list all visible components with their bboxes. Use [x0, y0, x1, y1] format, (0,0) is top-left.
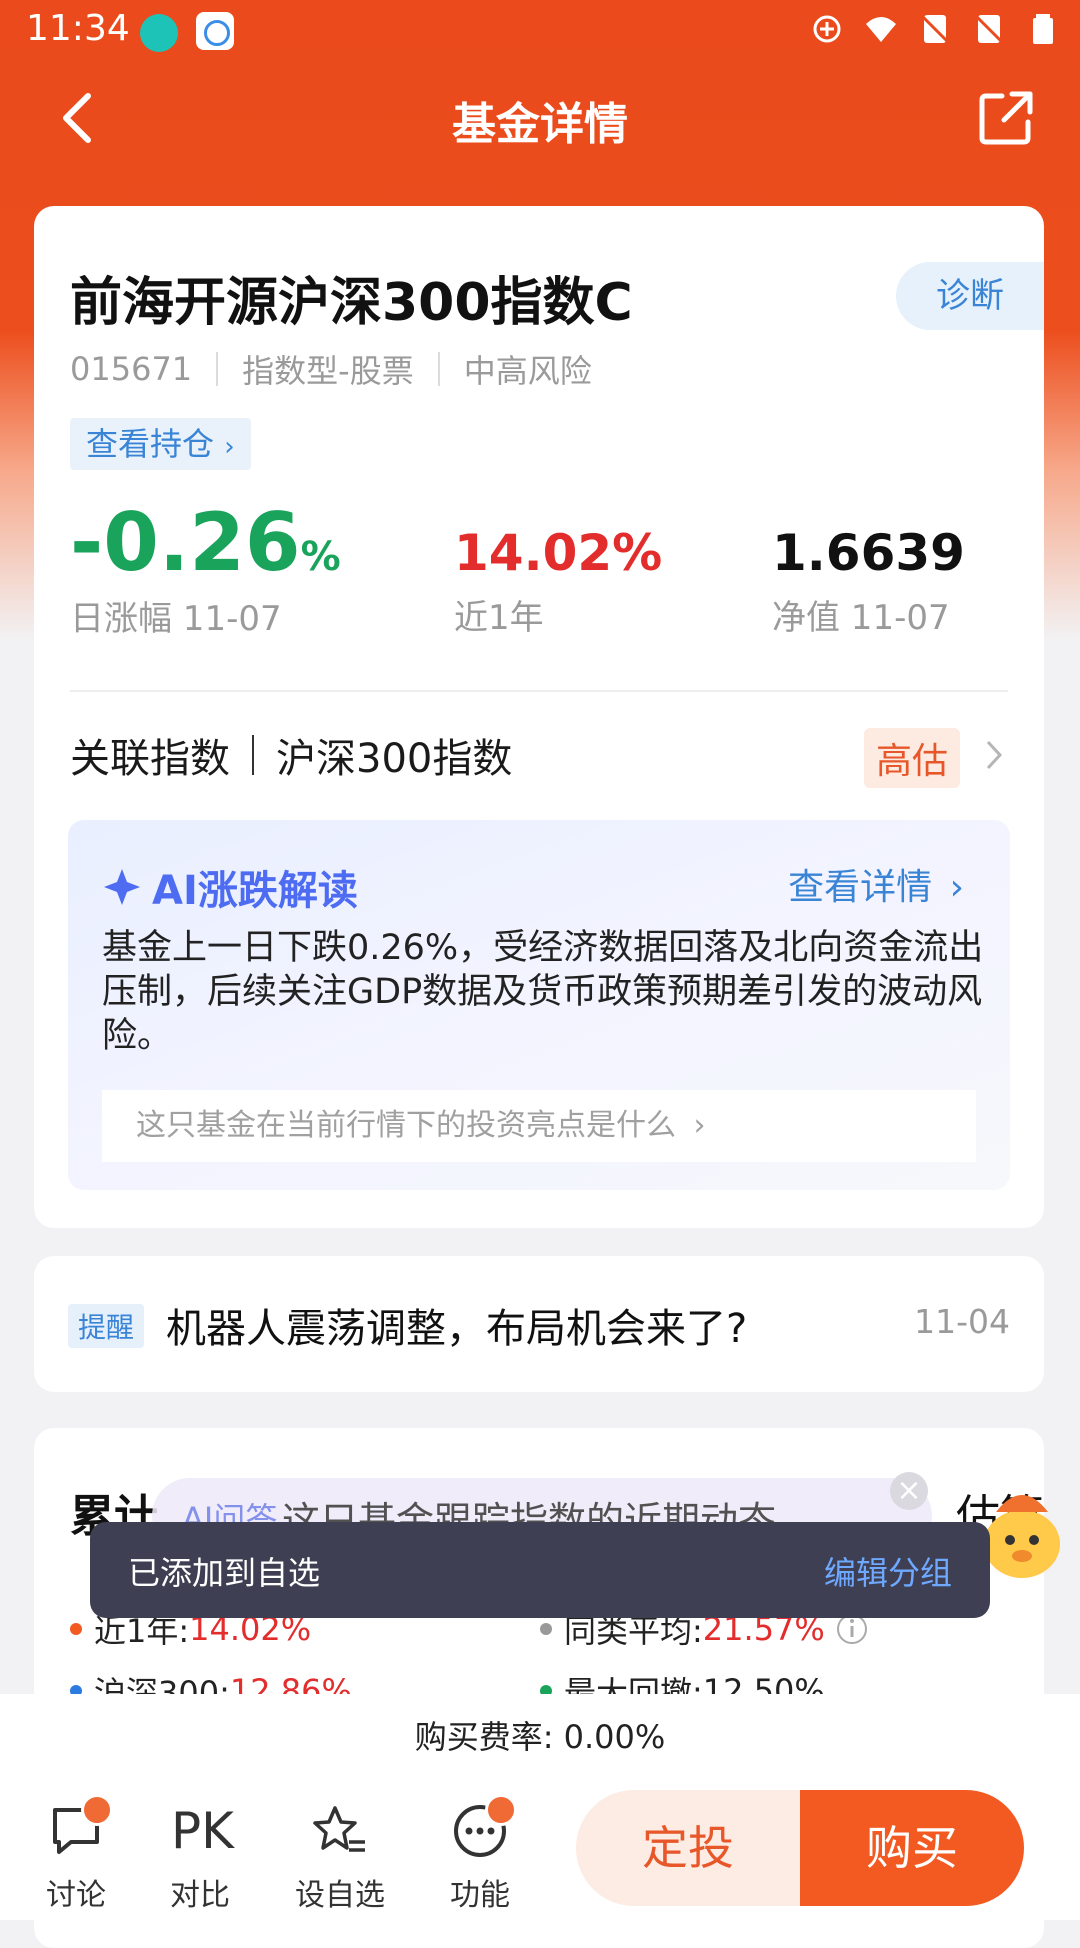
tab-discuss[interactable]: 讨论: [26, 1794, 126, 1914]
no-sim-icon-2: [972, 12, 1006, 46]
ai-view-details-label: 查看详情: [788, 867, 933, 908]
reminder-card[interactable]: 提醒 机器人震荡调整，布局机会来了? 11-04: [34, 1256, 1044, 1392]
app-notification-icon: [140, 14, 178, 52]
nav-stat: 1.6639 净值 11-07: [772, 524, 965, 639]
related-index-row[interactable]: 关联指数 沪深300指数 高估: [70, 720, 1008, 790]
wifi-icon: [866, 17, 896, 42]
no-sim-icon: [918, 12, 952, 46]
fund-meta: 015671 指数型-股票 中高风险: [70, 346, 592, 392]
buy-button[interactable]: 购买: [800, 1790, 1024, 1906]
tab-compare[interactable]: PK 对比: [150, 1802, 250, 1914]
daily-change-value: -0.26: [70, 496, 301, 589]
reminder-text: 机器人震荡调整，布局机会来了?: [166, 1306, 748, 1352]
ai-interpretation-title: AI涨跌解读: [102, 858, 358, 916]
reminder-tag: 提醒: [68, 1304, 145, 1348]
tab-label: 设自选: [295, 1878, 385, 1913]
pk-icon: PK: [171, 1802, 234, 1860]
chevron-right-icon: [986, 740, 1003, 770]
fund-name: 前海开源沪深300指数C: [70, 273, 633, 333]
sparkle-icon: [104, 869, 140, 905]
related-index-label: 关联指数: [70, 736, 230, 782]
meta-divider: [216, 352, 219, 386]
share-icon[interactable]: [978, 90, 1034, 146]
daily-change-unit: %: [300, 534, 341, 580]
star-list-icon: [311, 1802, 369, 1860]
chevron-right-icon: ›: [693, 1108, 706, 1143]
auto-invest-button[interactable]: 定投: [576, 1790, 800, 1906]
index-divider: [252, 735, 254, 775]
nav-value: 1.6639: [772, 524, 965, 582]
toast-message: 已添加到自选: [128, 1554, 321, 1592]
view-holdings-button[interactable]: 查看持仓 ›: [70, 418, 251, 470]
meta-divider: [437, 352, 440, 386]
tab-label: 对比: [170, 1878, 230, 1913]
year-return-label: 近1年: [454, 598, 544, 638]
notification-dot: [81, 1794, 113, 1826]
nav-bar: 基金详情: [0, 64, 1080, 174]
ai-interpretation-text: 基金上一日下跌0.26%，受经济数据回落及北向资金流出压制，后续关注GDP数据及…: [102, 928, 984, 1056]
nav-label: 净值 11-07: [772, 598, 950, 638]
status-time: 11:34: [26, 8, 130, 49]
view-holdings-label: 查看持仓: [86, 425, 215, 463]
legend-dot: [540, 1623, 552, 1635]
fund-info-card: 前海开源沪深300指数C 诊断 015671 指数型-股票 中高风险 查看持仓 …: [34, 206, 1044, 1228]
year-return-value: 14.02%: [454, 524, 663, 582]
ai-view-details-link[interactable]: 查看详情 ›: [788, 858, 964, 910]
tab-label: 功能: [450, 1878, 510, 1913]
notification-dot: [485, 1794, 517, 1826]
chevron-right-icon: ›: [224, 432, 235, 462]
daily-change-label: 日涨幅 11-07: [70, 599, 282, 639]
battery-icon: [1033, 14, 1053, 44]
tab-add-watchlist[interactable]: 设自选: [290, 1802, 390, 1914]
more-icon: [451, 1794, 517, 1860]
fee-bar: 购买费率: 0.00%: [0, 1694, 1080, 1777]
edit-group-button[interactable]: 编辑分组: [824, 1548, 952, 1594]
divider: [70, 690, 1008, 692]
diagnose-button[interactable]: 诊断: [896, 262, 1044, 330]
bottom-action-bar: 讨论 PK 对比 设自选 功能 定投 购买: [0, 1776, 1080, 1920]
toast: 已添加到自选 编辑分组: [90, 1522, 990, 1618]
year-return-stat: 14.02% 近1年: [454, 524, 662, 639]
ai-question-text: 这只基金在当前行情下的投资亮点是什么: [136, 1108, 676, 1143]
legend-dot: [70, 1623, 82, 1635]
location-icon: [813, 15, 841, 43]
close-icon[interactable]: ×: [890, 1472, 928, 1510]
purchase-fee-text: 购买费率: 0.00%: [414, 1718, 666, 1756]
tab-label: 讨论: [46, 1878, 106, 1913]
fund-risk: 中高风险: [463, 352, 592, 390]
fund-code: 015671: [70, 350, 193, 388]
ai-interpretation-panel: AI涨跌解读 查看详情 › 基金上一日下跌0.26%，受经济数据回落及北向资金流…: [68, 820, 1010, 1190]
reminder-date: 11-04: [914, 1302, 1010, 1341]
fund-type: 指数型-股票: [242, 352, 414, 390]
chevron-right-icon: ›: [949, 867, 964, 908]
chat-icon: [47, 1794, 113, 1860]
status-bar: 11:34: [0, 0, 1080, 64]
tab-functions[interactable]: 功能: [430, 1794, 530, 1914]
page-title: 基金详情: [452, 99, 628, 150]
ai-title-text: AI涨跌解读: [152, 868, 358, 914]
browser-notification-icon: [196, 12, 234, 50]
ai-suggested-question[interactable]: 这只基金在当前行情下的投资亮点是什么 ›: [102, 1090, 976, 1162]
valuation-badge: 高估: [863, 728, 960, 788]
daily-change-stat: -0.26% 日涨幅 11-07: [70, 496, 341, 640]
related-index-name: 沪深300指数: [276, 736, 513, 782]
